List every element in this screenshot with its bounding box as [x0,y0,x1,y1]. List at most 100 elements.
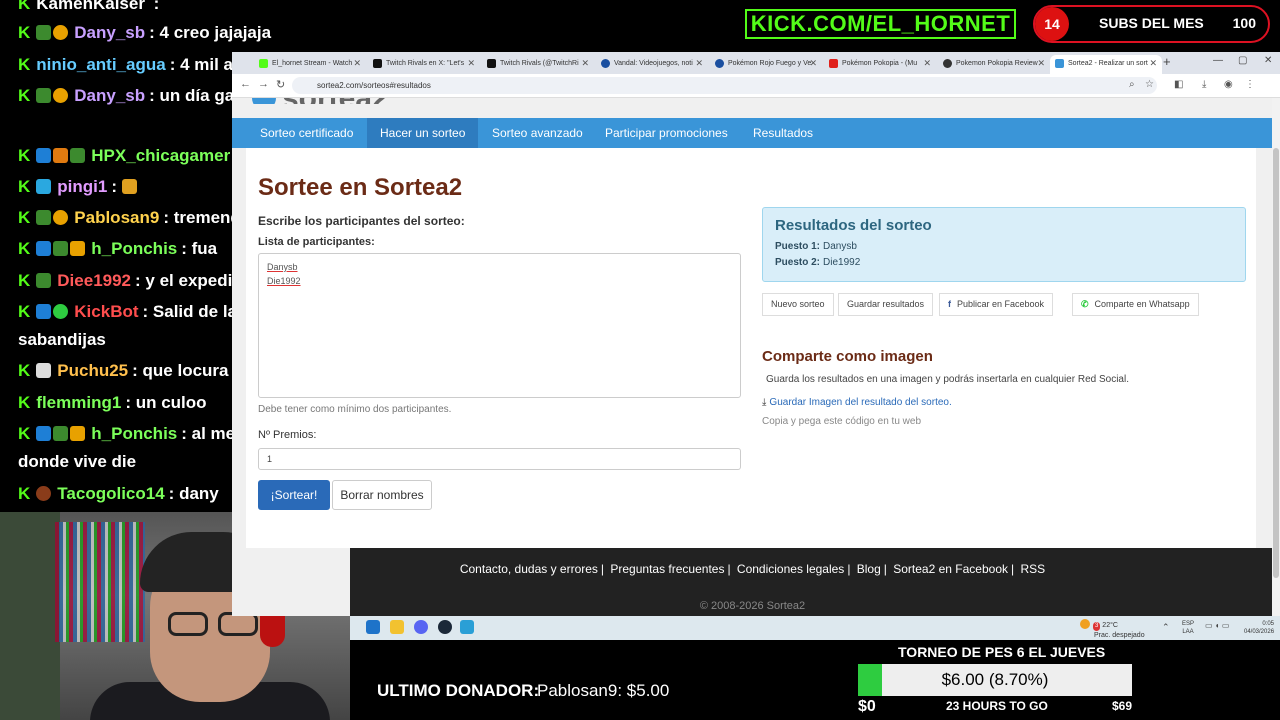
badge-icons [36,480,53,508]
subs-goal-value: 100 [1232,15,1256,31]
back-icon[interactable]: ← [240,78,251,90]
kick-icon: K [18,208,31,227]
weather-widget[interactable]: 3 22°C Prac. despejado [1080,619,1145,640]
close-window-icon[interactable]: ✕ [1264,55,1272,66]
emote-icon [121,179,137,194]
tray-chevron-icon[interactable]: ⌃ [1162,622,1170,633]
footer-link-faq[interactable]: Preguntas frecuentes [610,562,724,576]
poster [0,512,60,720]
nav-hacer-un-sorteo[interactable]: Hacer un sorteo [367,118,479,148]
clock[interactable]: 0:05 04/03/2026 [1244,620,1274,636]
save-results-button[interactable]: Guardar resultados [838,293,934,316]
nav-sorteo-certificado[interactable]: Sorteo certificado [247,118,366,148]
language-indicator[interactable]: ESP LAA [1182,620,1194,636]
save-image-link[interactable]: ⤓ Guardar Imagen del resultado del sorteo… [762,397,952,408]
close-icon[interactable]: ✕ [809,55,817,72]
file-explorer-icon[interactable] [390,620,404,634]
windows-taskbar: 3 22°C Prac. despejado ⌃ ESP LAA ▭ ◖ ▭ 0:… [350,616,1280,640]
draw-button[interactable]: ¡Sortear! [258,480,330,510]
app-icon[interactable] [460,620,474,634]
lang-code: ESP [1182,621,1195,627]
chat-text: dany [179,484,219,503]
steam-icon[interactable] [438,620,452,634]
nav-resultados[interactable]: Resultados [740,118,826,148]
scrollbar-thumb[interactable] [1273,148,1279,578]
page-scrollbar[interactable] [1272,98,1280,616]
minimize-icon[interactable]: — [1213,55,1223,66]
close-icon[interactable]: ✕ [923,55,931,72]
whatsapp-share-button[interactable]: ✆ Comparte en Whatsapp [1072,293,1199,316]
close-icon[interactable]: ✕ [695,55,703,72]
chat-username: KickBot [74,302,139,321]
site-favicon-icon [943,59,952,68]
discord-icon[interactable] [414,620,428,634]
download-icon: ⤓ [762,397,767,408]
browser-tab[interactable]: Pokémon Rojo Fuego y Ve ✕ [710,55,822,74]
kick-icon: K [18,23,31,42]
network-volume-icons[interactable]: ▭ ◖ ▭ [1205,621,1229,630]
results-title: Resultados del sorteo [775,217,932,234]
badge-icons [36,235,87,263]
subs-label: SUBS DEL MES [1099,15,1204,31]
profile-icon[interactable]: ◉ [1224,79,1233,90]
facebook-icon: f [948,299,951,309]
chat-username: Tacogolico14 [57,484,165,503]
forward-icon[interactable]: → [258,78,269,90]
chat-username: h_Ponchis [91,424,178,443]
new-draw-button[interactable]: Nuevo sorteo [762,293,834,316]
new-tab-icon[interactable]: + [1163,54,1171,69]
close-icon[interactable]: ✕ [1037,55,1045,72]
footer-links: Contacto, dudas y errores | Preguntas fre… [459,562,1046,576]
facebook-share-button[interactable]: f Publicar en Facebook [939,293,1054,316]
tab-strip: El_hornet Stream - Watch ✕ Twitch Rivals … [232,52,1280,74]
page-title: Sortee en Sortea2 [258,174,463,201]
reload-icon[interactable]: ↻ [276,78,285,91]
footer-link-blog[interactable]: Blog [857,562,881,576]
bookmark-star-icon[interactable]: ☆ [1145,79,1154,90]
tab-title: Pokemon Pokopia Review [956,60,1038,67]
nav-participar-promociones[interactable]: Participar promociones [592,118,741,148]
site-logo[interactable]: sortea2 [252,98,462,104]
results-panel: Resultados del sorteo Puesto 1: Danysb Pu… [762,207,1246,282]
close-icon[interactable]: ✕ [467,55,475,72]
prizes-input[interactable]: 1 [258,448,741,470]
kick-icon: K [18,484,31,503]
close-icon[interactable]: ✕ [1149,55,1157,72]
nav-sorteo-avanzado[interactable]: Sorteo avanzado [479,118,596,148]
browser-tab[interactable]: Twitch Rivals en X: "Let's ✕ [368,55,480,74]
kick-icon: K [18,86,31,105]
footer-link-legal[interactable]: Condiciones legales [737,562,844,576]
stream-bottom-overlay: ULTIMO DONADOR: Pablosan9: $5.00 TORNEO … [350,640,1280,720]
menu-icon[interactable]: ⋮ [1245,79,1255,90]
button-label: Comparte en Whatsapp [1094,299,1190,309]
browser-tab[interactable]: El_hornet Stream - Watch ✕ [254,55,366,74]
kick-icon: K [18,361,31,380]
browser-tab[interactable]: Pokémon Pokopia - (Mu ✕ [824,55,936,74]
participants-textarea[interactable]: Danysb Die1992 [258,253,741,398]
subs-goal-widget: 14 SUBS DEL MES 100 [1033,5,1270,43]
tab-title: Pokémon Pokopia - (Mu [842,60,918,67]
badge-icons [36,267,53,295]
clear-names-button[interactable]: Borrar nombres [332,480,432,510]
maximize-icon[interactable]: ▢ [1238,55,1247,66]
goal-end-value: $69 [1112,699,1133,713]
url-field[interactable]: sortea2.com/sorteos#resultados [292,77,1157,94]
browser-tab-active[interactable]: Sortea2 - Realizar un sort ✕ [1050,55,1162,74]
footer-link-rss[interactable]: RSS [1020,562,1045,576]
browser-tab[interactable]: Pokemon Pokopia Review ✕ [938,55,1050,74]
vandal-favicon-icon [715,59,724,68]
kick-channel-banner: KICK.COM/EL_HORNET [745,9,1016,39]
footer-link-contacto[interactable]: Contacto, dudas y errores [460,562,598,576]
footer-link-facebook[interactable]: Sortea2 en Facebook [893,562,1008,576]
zoom-icon[interactable]: ⌕ [1129,79,1135,90]
site-footer: Contacto, dudas y errores | Preguntas fre… [350,548,1272,616]
browser-tab[interactable]: Twitch Rivals (@TwitchRi ✕ [482,55,594,74]
close-icon[interactable]: ✕ [353,55,361,72]
edge-app-icon[interactable] [366,620,380,634]
chat-username: pingi1 [57,177,108,196]
extensions-icon[interactable]: ◧ [1174,79,1183,90]
download-icon[interactable]: ⤓ [1202,79,1206,90]
close-icon[interactable]: ✕ [581,55,589,72]
browser-tab[interactable]: Vandal: Videojuegos, noti ✕ [596,55,708,74]
youtube-favicon-icon [829,59,838,68]
